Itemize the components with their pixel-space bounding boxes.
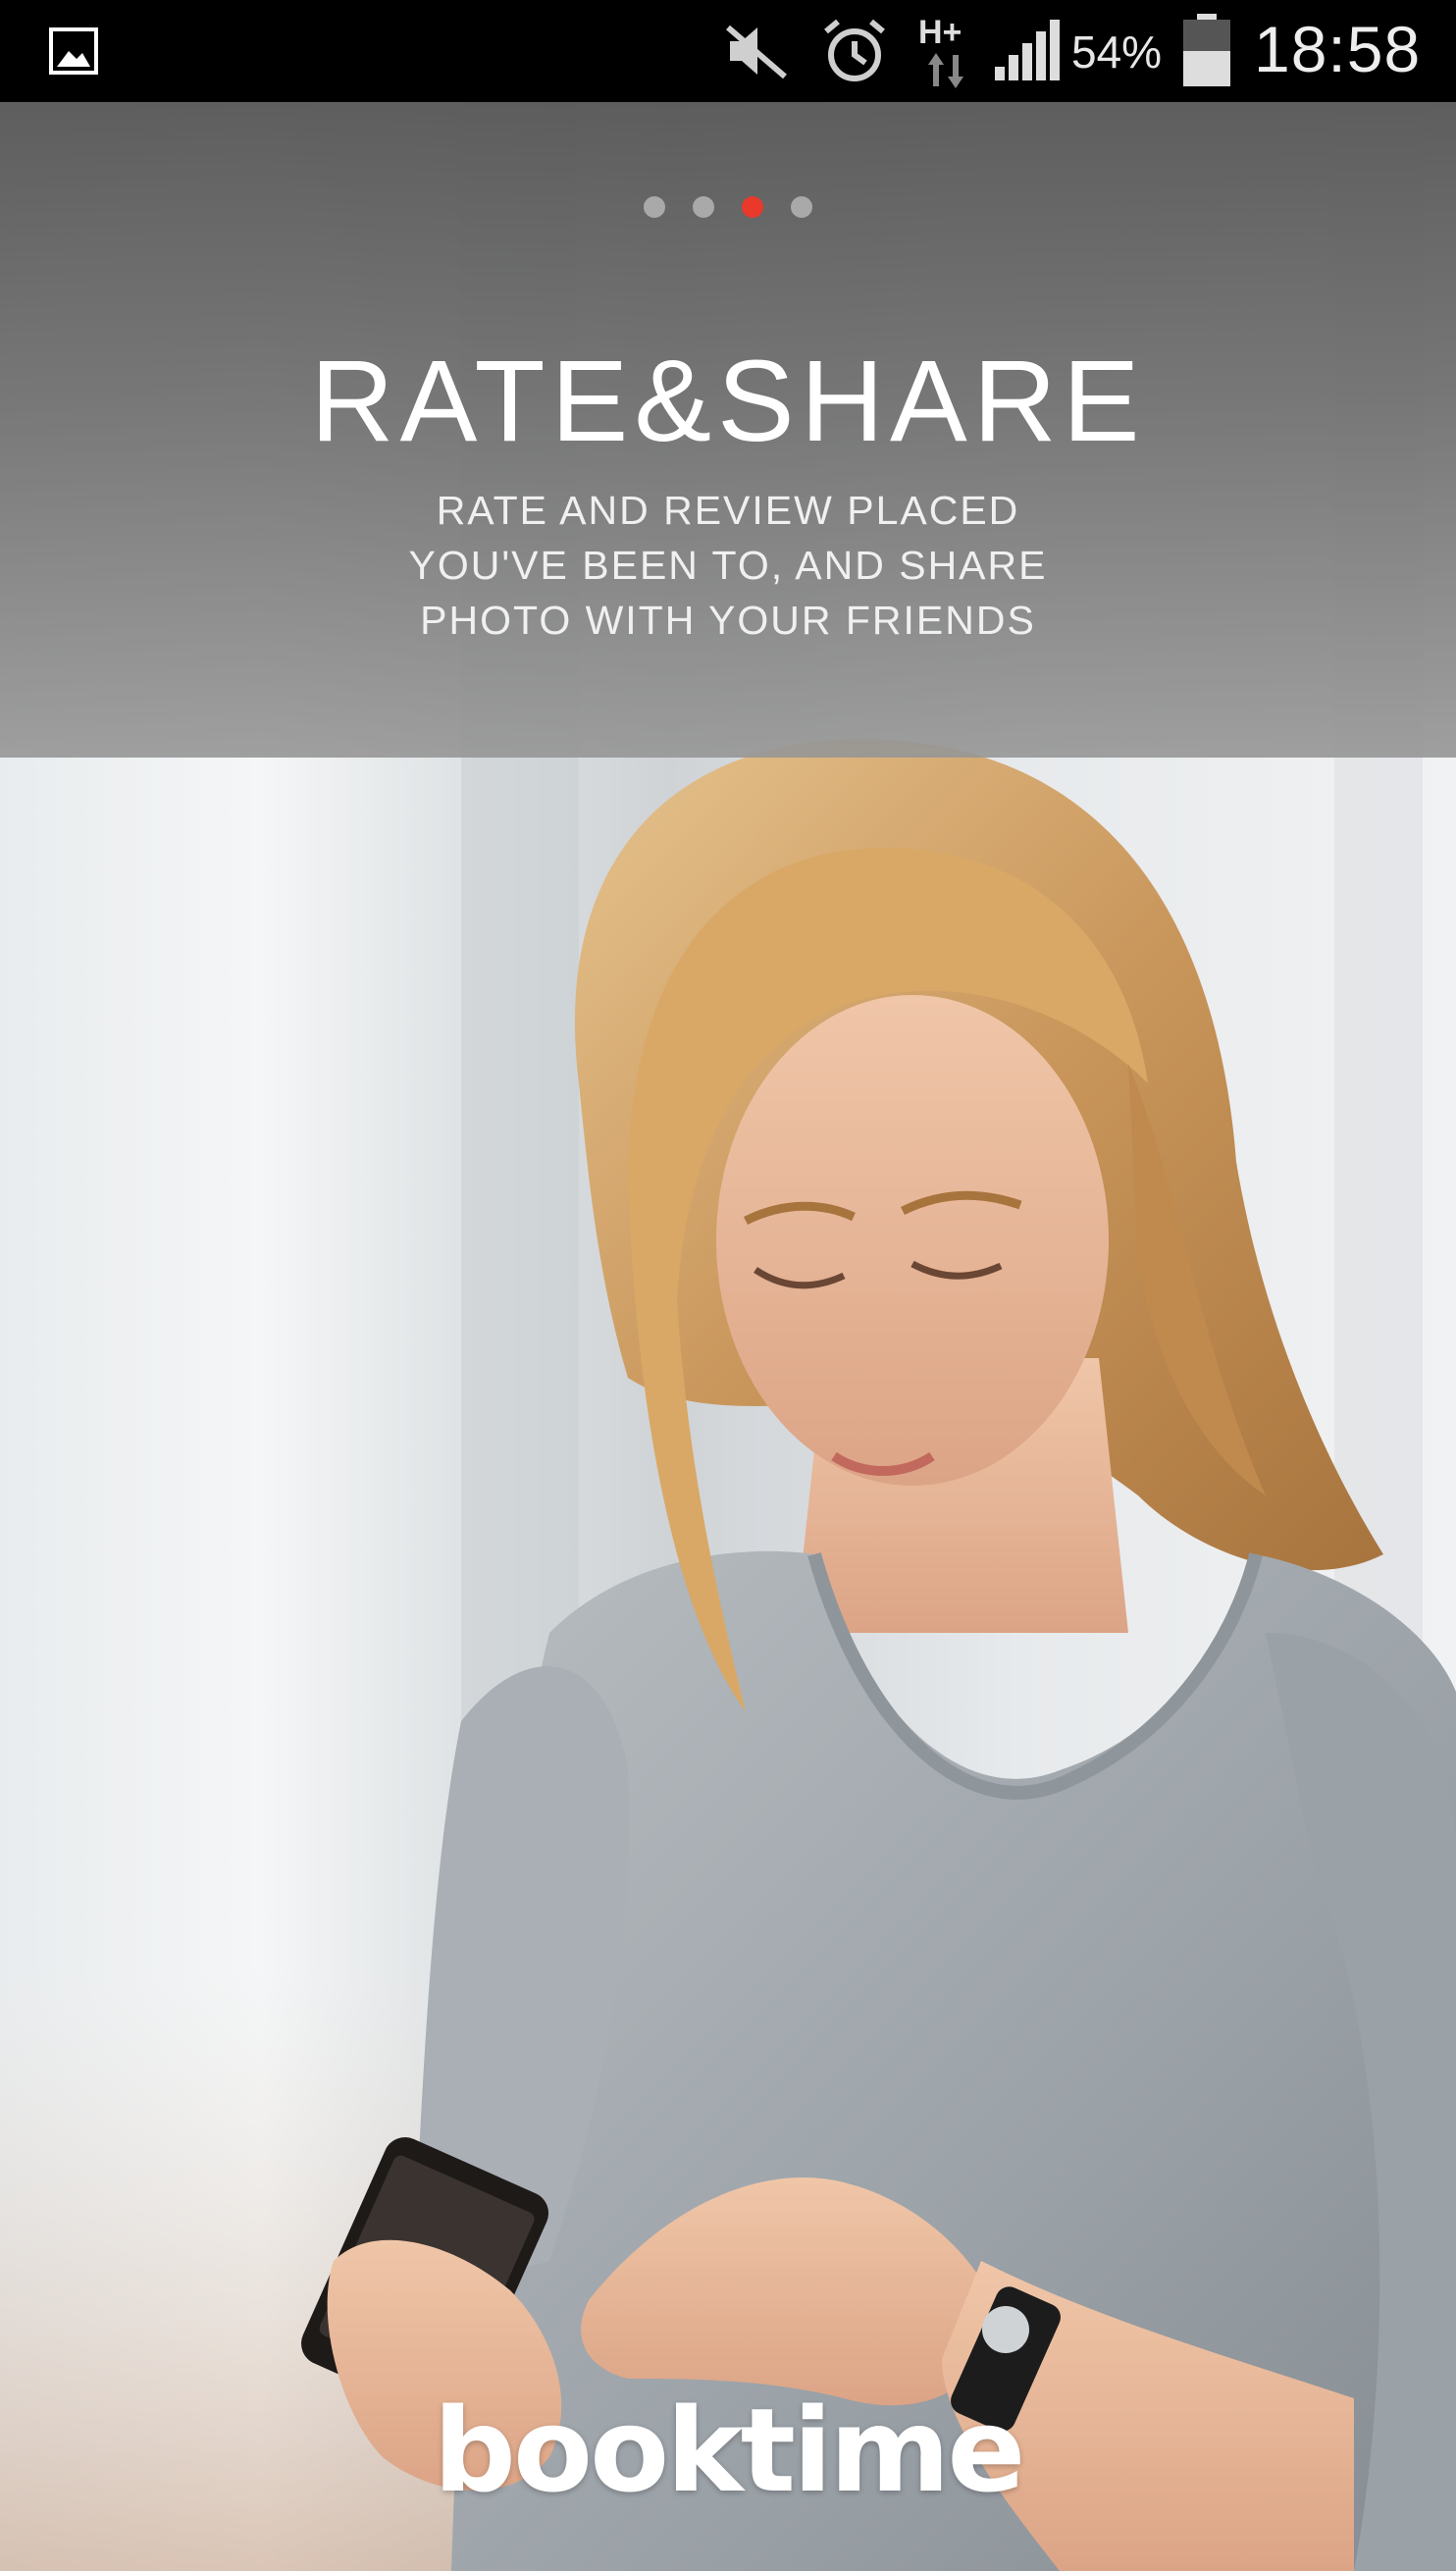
onboarding-subtitle: RATE AND REVIEW PLACED YOU'VE BEEN TO, A… — [0, 483, 1456, 648]
page-dot-1[interactable] — [644, 196, 665, 218]
status-bar: H+ 54% 18:58 — [0, 0, 1456, 102]
battery-icon — [1183, 14, 1230, 86]
subtitle-line-1: RATE AND REVIEW PLACED — [436, 488, 1020, 533]
data-transfer-icon: H+ — [918, 14, 975, 88]
signal-icon — [995, 20, 1060, 80]
subtitle-line-2: YOU'VE BEEN TO, AND SHARE — [408, 543, 1048, 588]
battery-percent: 54% — [1071, 26, 1163, 78]
booktime-logo: booktime — [433, 2383, 1026, 2518]
page-dot-2[interactable] — [693, 196, 714, 218]
onboarding-title: RATE&SHARE — [310, 337, 1146, 466]
alarm-icon — [824, 19, 885, 81]
network-type-label: H+ — [918, 14, 962, 51]
subtitle-line-3: PHOTO WITH YOUR FRIENDS — [420, 598, 1036, 643]
gallery-notification-icon — [49, 27, 98, 75]
clock: 18:58 — [1254, 13, 1422, 85]
page-dot-4[interactable] — [791, 196, 812, 218]
page-indicator — [0, 196, 1456, 218]
page-dot-3-active[interactable] — [742, 196, 763, 218]
mute-icon — [726, 25, 787, 79]
